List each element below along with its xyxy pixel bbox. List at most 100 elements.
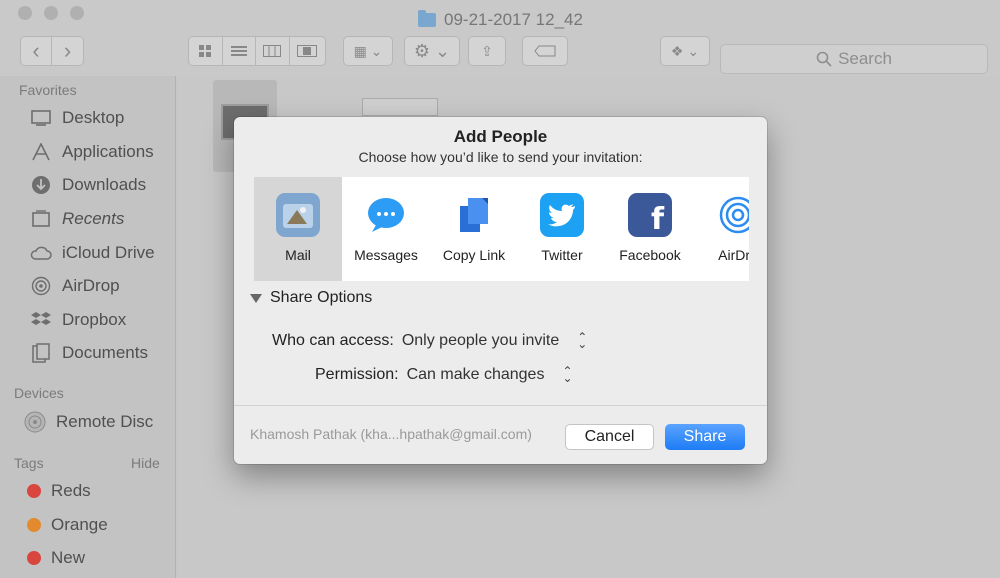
- service-mail[interactable]: Mail: [254, 177, 342, 281]
- messages-icon: [364, 193, 408, 237]
- sidebar-item-label: Recents: [62, 209, 125, 228]
- tags-heading: Tags: [14, 455, 44, 471]
- downloads-icon: [30, 175, 52, 195]
- sidebar-item-label: New: [51, 548, 86, 567]
- sidebar-item-recents[interactable]: Recents: [30, 209, 124, 229]
- account-label: Khamosh Pathak (kha...hpathak@gmail.com): [250, 426, 532, 442]
- back-button[interactable]: ‹: [21, 37, 53, 65]
- share-button[interactable]: Share: [665, 424, 745, 450]
- share-services-list: Mail Messages Copy Link Twitter f Facebo…: [254, 177, 749, 281]
- documents-icon: [30, 343, 52, 363]
- dropbox-icon: ❖ ⌄: [670, 42, 700, 59]
- share-options-label: Share Options: [270, 289, 373, 306]
- sidebar-item-downloads[interactable]: Downloads: [30, 175, 146, 195]
- finder-toolbar: 09-21-2017 12_42 ‹ › ▦ ⌄ ⚙ ⌄ ⇪ ❖ ⌄ Searc…: [0, 0, 1000, 76]
- facebook-icon: f: [628, 193, 672, 237]
- permission-row: Permission: Can make changes ⌃ ⌄: [315, 365, 573, 384]
- who-can-access-row: Who can access: Only people you invite ⌃…: [272, 331, 587, 350]
- service-messages[interactable]: Messages: [342, 177, 430, 281]
- permission-select[interactable]: Can make changes: [407, 366, 545, 384]
- disclosure-triangle-icon: [250, 293, 262, 303]
- dropbox-toolbar-button[interactable]: ❖ ⌄: [660, 36, 710, 66]
- sidebar-item-icloud-drive[interactable]: iCloud Drive: [30, 243, 155, 263]
- sidebar-tag-orange[interactable]: Orange: [27, 515, 108, 535]
- view-mode-buttons: [188, 36, 326, 66]
- share-options-disclosure[interactable]: Share Options: [250, 289, 372, 307]
- mail-icon: [276, 193, 320, 237]
- tags-toolbar-button[interactable]: [522, 36, 568, 66]
- list-view-button[interactable]: [223, 37, 257, 65]
- service-label: Twitter: [541, 247, 583, 263]
- zoom-window-button[interactable]: [70, 6, 84, 20]
- icloud-icon: [30, 243, 52, 263]
- sidebar-item-label: iCloud Drive: [62, 243, 155, 262]
- sidebar-item-airdrop[interactable]: AirDrop: [30, 276, 120, 296]
- minimize-window-button[interactable]: [44, 6, 58, 20]
- airdrop-icon: [716, 193, 749, 237]
- service-label: Messages: [354, 247, 418, 263]
- sidebar-item-label: Orange: [51, 515, 108, 534]
- search-placeholder: Search: [838, 49, 892, 68]
- close-window-button[interactable]: [18, 6, 32, 20]
- folder-icon: [418, 10, 436, 27]
- updown-chevron-icon[interactable]: ⌃ ⌄: [577, 331, 587, 350]
- sidebar-item-dropbox[interactable]: Dropbox: [30, 310, 126, 330]
- forward-button[interactable]: ›: [52, 37, 83, 65]
- devices-heading: Devices: [14, 385, 64, 401]
- search-icon: [816, 51, 832, 67]
- add-people-dialog: Add People Choose how you’d like to send…: [234, 117, 767, 464]
- icon-view-icon: [199, 45, 212, 57]
- sidebar-item-label: Desktop: [62, 108, 125, 127]
- sidebar-item-documents[interactable]: Documents: [30, 343, 148, 363]
- permission-label: Permission:: [315, 366, 399, 383]
- sidebar-item-remote-disc[interactable]: Remote Disc: [24, 411, 154, 433]
- service-label: Facebook: [619, 247, 681, 263]
- search-field[interactable]: Search: [720, 44, 988, 74]
- sidebar-item-label: Downloads: [62, 175, 147, 194]
- icon-view-button[interactable]: [189, 37, 223, 65]
- twitter-icon: [540, 193, 584, 237]
- updown-chevron-icon[interactable]: ⌃ ⌄: [562, 365, 572, 384]
- who-can-access-select[interactable]: Only people you invite: [402, 332, 559, 350]
- share-toolbar-button[interactable]: ⇪: [468, 36, 506, 66]
- column-view-button[interactable]: [256, 37, 290, 65]
- service-label: AirDro: [718, 247, 749, 263]
- window-title: 09-21-2017 12_42: [418, 10, 583, 30]
- arrange-icon: ▦ ⌄: [353, 42, 383, 59]
- service-copy-link[interactable]: Copy Link: [430, 177, 518, 281]
- favorites-heading: Favorites: [19, 82, 77, 98]
- navigation-buttons: ‹ ›: [20, 36, 84, 66]
- tag-icon: [523, 37, 567, 65]
- sidebar-item-label: AirDrop: [62, 276, 120, 295]
- applications-icon: [30, 142, 52, 162]
- red-tag-dot-icon: [27, 551, 41, 565]
- file-item[interactable]: [362, 98, 438, 116]
- action-button[interactable]: ⚙ ⌄: [404, 36, 460, 66]
- sidebar-item-label: Documents: [62, 343, 148, 362]
- dialog-divider: [234, 405, 767, 406]
- airdrop-icon: [30, 276, 52, 296]
- service-airdrop[interactable]: AirDro: [694, 177, 749, 281]
- list-view-icon: [230, 46, 247, 56]
- sidebar-item-applications[interactable]: Applications: [30, 142, 154, 162]
- sidebar-tag-new[interactable]: New: [27, 548, 85, 568]
- copy-link-icon: [452, 193, 496, 237]
- sidebar-item-desktop[interactable]: Desktop: [30, 108, 124, 128]
- gallery-view-button[interactable]: [290, 37, 325, 65]
- service-twitter[interactable]: Twitter: [518, 177, 606, 281]
- window-title-text: 09-21-2017 12_42: [444, 10, 583, 29]
- sidebar: Favorites Desktop Applications Downloads…: [0, 76, 176, 578]
- dialog-title: Add People: [453, 127, 548, 146]
- tags-hide-link[interactable]: Hide: [131, 455, 160, 471]
- service-facebook[interactable]: f Facebook: [606, 177, 694, 281]
- column-view-icon: [263, 45, 282, 57]
- orange-tag-dot-icon: [27, 518, 41, 532]
- sidebar-tag-reds[interactable]: Reds: [27, 481, 91, 501]
- desktop-icon: [30, 108, 52, 128]
- service-label: Mail: [285, 247, 311, 263]
- red-tag-dot-icon: [27, 484, 41, 498]
- sidebar-item-label: Remote Disc: [56, 412, 154, 431]
- arrange-button[interactable]: ▦ ⌄: [343, 36, 393, 66]
- gear-icon: ⚙ ⌄: [413, 40, 451, 61]
- cancel-button[interactable]: Cancel: [565, 424, 654, 450]
